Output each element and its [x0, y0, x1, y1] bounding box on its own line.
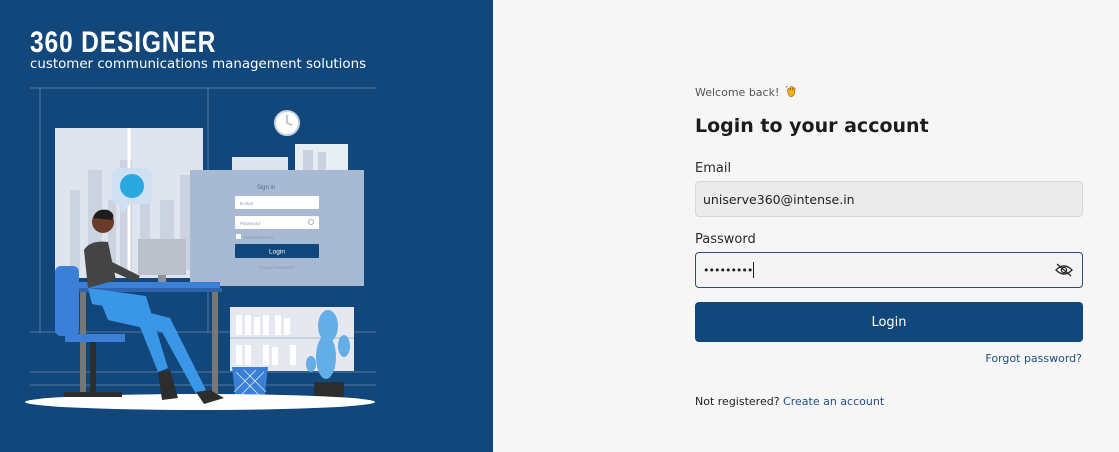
not-registered-text: Not registered?: [695, 395, 780, 408]
illustration-password-field: Password: [240, 221, 260, 226]
waving-hand-icon: [785, 85, 796, 97]
illustration-email-field: E-mail: [240, 201, 253, 206]
illustration-forgot-link: Forgot Password?: [259, 265, 296, 270]
text-caret: [753, 262, 755, 278]
illustration-login-button: Login: [269, 249, 285, 256]
password-value: •••••••••: [703, 263, 753, 277]
welcome-label: Welcome back!: [695, 86, 780, 99]
eye-slash-icon[interactable]: [1055, 263, 1073, 277]
login-panel: Welcome back! Login to your account Emai…: [493, 0, 1119, 452]
login-button[interactable]: Login: [695, 302, 1083, 342]
illustration-signin-title: Sign in: [257, 185, 275, 191]
email-value: uniserve360@intense.in: [703, 191, 855, 207]
office-illustration: Sign in E-mail Password Remember me Logi…: [25, 87, 376, 410]
welcome-text: Welcome back!: [695, 85, 798, 99]
email-label: Email: [695, 161, 732, 176]
password-label: Password: [695, 232, 756, 247]
illustration-remember: Remember me: [244, 235, 274, 240]
page-title: Login to your account: [695, 115, 929, 137]
register-prompt: Not registered? Create an account: [695, 395, 884, 408]
create-account-link[interactable]: Create an account: [783, 395, 884, 408]
forgot-password-link[interactable]: Forgot password?: [985, 352, 1082, 365]
brand-panel: 360 DESIGNER customer communications man…: [0, 0, 493, 452]
password-field[interactable]: •••••••••: [695, 252, 1083, 288]
email-field[interactable]: uniserve360@intense.in: [695, 181, 1083, 217]
